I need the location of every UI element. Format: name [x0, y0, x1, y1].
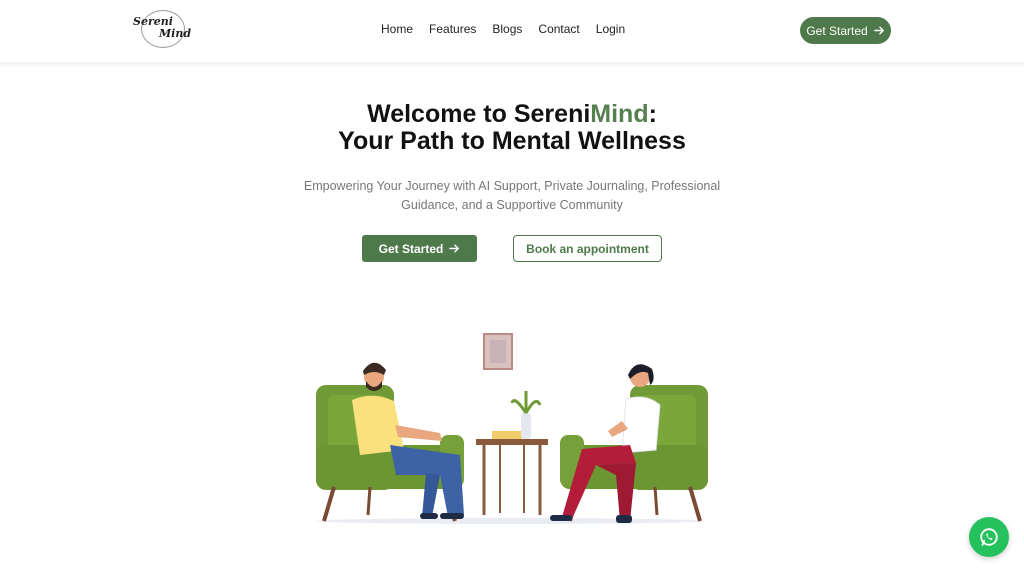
book-appointment-button[interactable]: Book an appointment — [513, 235, 662, 262]
hero-title-suffix: : — [648, 100, 657, 128]
arrow-right-icon — [873, 26, 884, 35]
logo[interactable]: Sereni Mind — [133, 10, 191, 50]
hero-title: Welcome to SereniMind: Your Path to Ment… — [0, 101, 1024, 155]
logo-text: Sereni Mind — [133, 16, 191, 40]
wall-frame-icon — [483, 333, 513, 370]
side-table — [476, 391, 548, 515]
hero-title-accent: Mind — [590, 100, 649, 128]
whatsapp-chat-button[interactable] — [969, 517, 1009, 557]
whatsapp-icon — [980, 528, 998, 546]
nav-home-link[interactable]: Home — [381, 22, 413, 36]
hero-title-line2: Your Path to Mental Wellness — [338, 127, 686, 155]
nav-get-started-label: Get Started — [806, 23, 868, 38]
logo-line2: Mind — [159, 27, 192, 40]
nav-blogs-link[interactable]: Blogs — [492, 22, 522, 36]
arrow-right-icon — [449, 244, 460, 253]
hero-title-prefix: Welcome to Sereni — [367, 100, 591, 128]
hero-get-started-label: Get Started — [378, 241, 444, 256]
main-nav: Home Features Blogs Contact Login — [381, 22, 625, 36]
nav-features-link[interactable]: Features — [429, 22, 476, 36]
therapy-session-illustration — [315, 333, 708, 524]
nav-login-link[interactable]: Login — [596, 22, 625, 36]
hero-subtitle: Empowering Your Journey with AI Support,… — [303, 179, 721, 212]
navbar: Sereni Mind Home Features Blogs Contact … — [0, 0, 1024, 62]
nav-get-started-button[interactable]: Get Started — [800, 17, 891, 44]
floor-shadow — [315, 518, 705, 524]
hero-get-started-button[interactable]: Get Started — [362, 235, 477, 262]
nav-contact-link[interactable]: Contact — [538, 22, 579, 36]
